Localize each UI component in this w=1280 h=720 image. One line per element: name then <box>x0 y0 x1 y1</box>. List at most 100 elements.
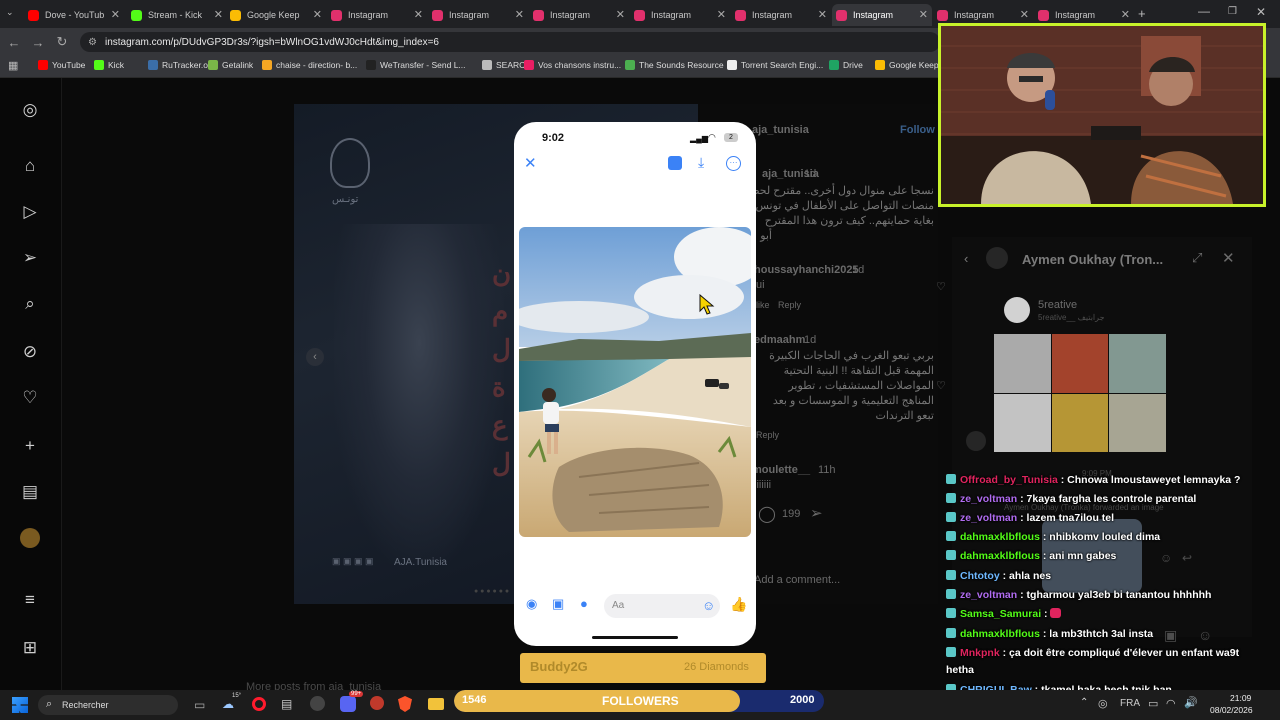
start-icon[interactable] <box>12 697 28 713</box>
bookmark-5[interactable]: WeTransfer - Send L... <box>366 60 466 70</box>
address-bar[interactable]: ⚙ instagram.com/p/DUdvGP3Dr3s/?igsh=bWln… <box>80 32 940 52</box>
bookmark-1[interactable]: Kick <box>94 60 124 70</box>
comment1-reply[interactable]: Reply <box>778 300 801 310</box>
tab-8[interactable]: Instagram ✕ <box>832 4 932 26</box>
comment2-reply[interactable]: Reply <box>756 430 779 440</box>
tab-close-icon[interactable]: ✕ <box>818 8 827 21</box>
file-explorer-icon[interactable] <box>428 698 444 710</box>
tab-close-icon[interactable]: ✕ <box>1020 8 1029 21</box>
clock-date[interactable]: 08/02/2026 <box>1210 705 1253 715</box>
hd-icon[interactable] <box>668 156 682 170</box>
clock-time[interactable]: 21:09 <box>1230 693 1251 703</box>
prev-image-icon[interactable]: ‹ <box>306 348 324 366</box>
download-icon[interactable]: ⤓ <box>698 154 704 171</box>
wifi-tray-icon[interactable]: ◠ <box>1166 697 1176 710</box>
bookmark-7[interactable]: Vos chansons instru... <box>524 60 621 70</box>
chat-username[interactable]: dahmaxklbflous <box>960 628 1040 640</box>
chat-username[interactable]: Samsa_Samurai <box>960 608 1041 620</box>
new-tab-icon[interactable]: + <box>1138 6 1146 21</box>
chat-username[interactable]: Chtotoy <box>960 570 1000 582</box>
bookmark-11[interactable]: Google Keep <box>875 60 939 70</box>
chat-username[interactable]: ze_voltman <box>960 493 1017 505</box>
language-indicator[interactable]: FRA <box>1120 698 1140 709</box>
notifications-icon[interactable]: ♡ <box>20 388 40 408</box>
chat-username[interactable]: ze_voltman <box>960 589 1017 601</box>
minimize-icon[interactable]: — <box>1198 4 1210 18</box>
comment-bubble-icon[interactable]: ◯ <box>758 504 776 524</box>
weather-icon[interactable]: ☁ <box>222 697 234 711</box>
tab-6[interactable]: Instagram ✕ <box>630 4 730 26</box>
maximize-icon[interactable]: ❐ <box>1228 6 1237 17</box>
tab-4[interactable]: Instagram ✕ <box>428 4 528 26</box>
tab-close-icon[interactable]: ✕ <box>616 8 625 21</box>
tab-3[interactable]: Instagram ✕ <box>327 4 427 26</box>
tab-7[interactable]: Instagram ✕ <box>731 4 831 26</box>
microphone-icon[interactable]: ● <box>580 596 588 611</box>
explore-icon[interactable]: ⊘ <box>20 342 40 362</box>
tab-close-icon[interactable]: ✕ <box>313 8 322 21</box>
bookmark-4[interactable]: chaise - direction- b... <box>262 60 357 70</box>
shared-account-name[interactable]: 5reative <box>1038 299 1077 311</box>
bookmark-2[interactable]: RuTracker.org <box>148 60 216 70</box>
thumbs-up-icon[interactable]: 👍 <box>730 596 747 613</box>
tab-close-icon[interactable]: ✕ <box>111 8 120 21</box>
bookmark-9[interactable]: Torrent Search Engi... <box>727 60 823 70</box>
app-icon-1[interactable]: ▤ <box>281 697 292 711</box>
brave-icon[interactable] <box>398 696 412 712</box>
dm-back-icon[interactable]: ‹ <box>964 251 968 266</box>
chat-username[interactable]: ze_voltman <box>960 512 1017 524</box>
close-window-icon[interactable]: ✕ <box>1256 5 1266 19</box>
comment1-like[interactable]: like <box>756 300 770 310</box>
tab-close-icon[interactable]: ✕ <box>515 8 524 21</box>
discord-icon[interactable] <box>340 696 356 712</box>
react-icon[interactable]: ☺ <box>1160 551 1172 565</box>
message-input[interactable]: Aa ☺ <box>604 594 720 618</box>
opera-icon[interactable] <box>252 697 266 711</box>
taskbar-search[interactable]: ⌕ Rechercher <box>38 695 178 715</box>
chat-username[interactable]: Offroad_by_Tunisia <box>960 474 1058 486</box>
apps-icon[interactable]: ▦ <box>8 59 18 72</box>
tab-close-icon[interactable]: ✕ <box>414 8 423 21</box>
add-comment-input[interactable]: Add a comment... <box>754 574 840 586</box>
bookmark-10[interactable]: Drive <box>829 60 863 70</box>
create-icon[interactable]: + <box>20 436 40 456</box>
comment2-like-icon[interactable]: ♡ <box>936 379 946 392</box>
dm-title[interactable]: Aymen Oukhay (Tron... <box>1022 252 1163 267</box>
emoji-icon[interactable]: ☺ <box>702 598 715 613</box>
more-menu-icon[interactable]: ≡ <box>20 590 40 610</box>
show-hidden-icons[interactable]: ⌃ <box>1080 697 1088 708</box>
gallery-icon[interactable]: ▣ <box>552 596 564 612</box>
expand-icon[interactable]: ⤢ <box>1192 250 1202 266</box>
comment1-like-icon[interactable]: ♡ <box>936 280 946 293</box>
app-icon-2[interactable] <box>310 696 325 711</box>
dashboard-icon[interactable]: ▤ <box>20 482 40 502</box>
bookmark-8[interactable]: The Sounds Resource <box>625 60 724 70</box>
tab-1[interactable]: Stream - Kick ✕ <box>127 4 227 26</box>
tray-icon-1[interactable]: ◎ <box>1098 697 1108 710</box>
tab-5[interactable]: Instagram ✕ <box>529 4 629 26</box>
site-info-icon[interactable]: ⚙ <box>88 37 97 48</box>
tab-close-icon[interactable]: ✕ <box>214 8 223 21</box>
app-icon-3[interactable] <box>370 696 384 710</box>
tab-close-icon[interactable]: ✕ <box>919 8 928 21</box>
tab-close-icon[interactable]: ✕ <box>717 8 726 21</box>
dm-gallery-icon[interactable]: ▣ <box>1164 627 1177 644</box>
search-icon[interactable]: ⌕ <box>20 294 40 314</box>
share-icon[interactable]: ➢ <box>810 504 823 522</box>
more-options-icon[interactable]: ··· <box>726 156 741 171</box>
shared-beach-photo[interactable] <box>519 227 751 537</box>
bookmark-0[interactable]: YouTube <box>38 60 85 70</box>
bookmark-3[interactable]: Getalink <box>208 60 253 70</box>
volume-icon[interactable]: 🔊 <box>1184 696 1198 709</box>
comment2-user[interactable]: edmaahm <box>754 334 805 346</box>
also-from-meta-icon[interactable]: ⊞ <box>20 638 40 658</box>
shared-image-grid[interactable] <box>994 334 1166 452</box>
dm-sticker-icon[interactable]: ☺ <box>1198 627 1212 643</box>
close-viewer-icon[interactable]: ✕ <box>524 154 537 172</box>
tab-0[interactable]: Dove - YouTub ✕ <box>24 4 124 26</box>
tab-search-icon[interactable]: ⌄ <box>6 7 14 18</box>
home-icon[interactable]: ⌂ <box>20 156 40 176</box>
comment3-user[interactable]: moulette__ <box>752 464 810 476</box>
follow-button[interactable]: Follow <box>900 124 935 136</box>
tab-2[interactable]: Google Keep ✕ <box>226 4 326 26</box>
